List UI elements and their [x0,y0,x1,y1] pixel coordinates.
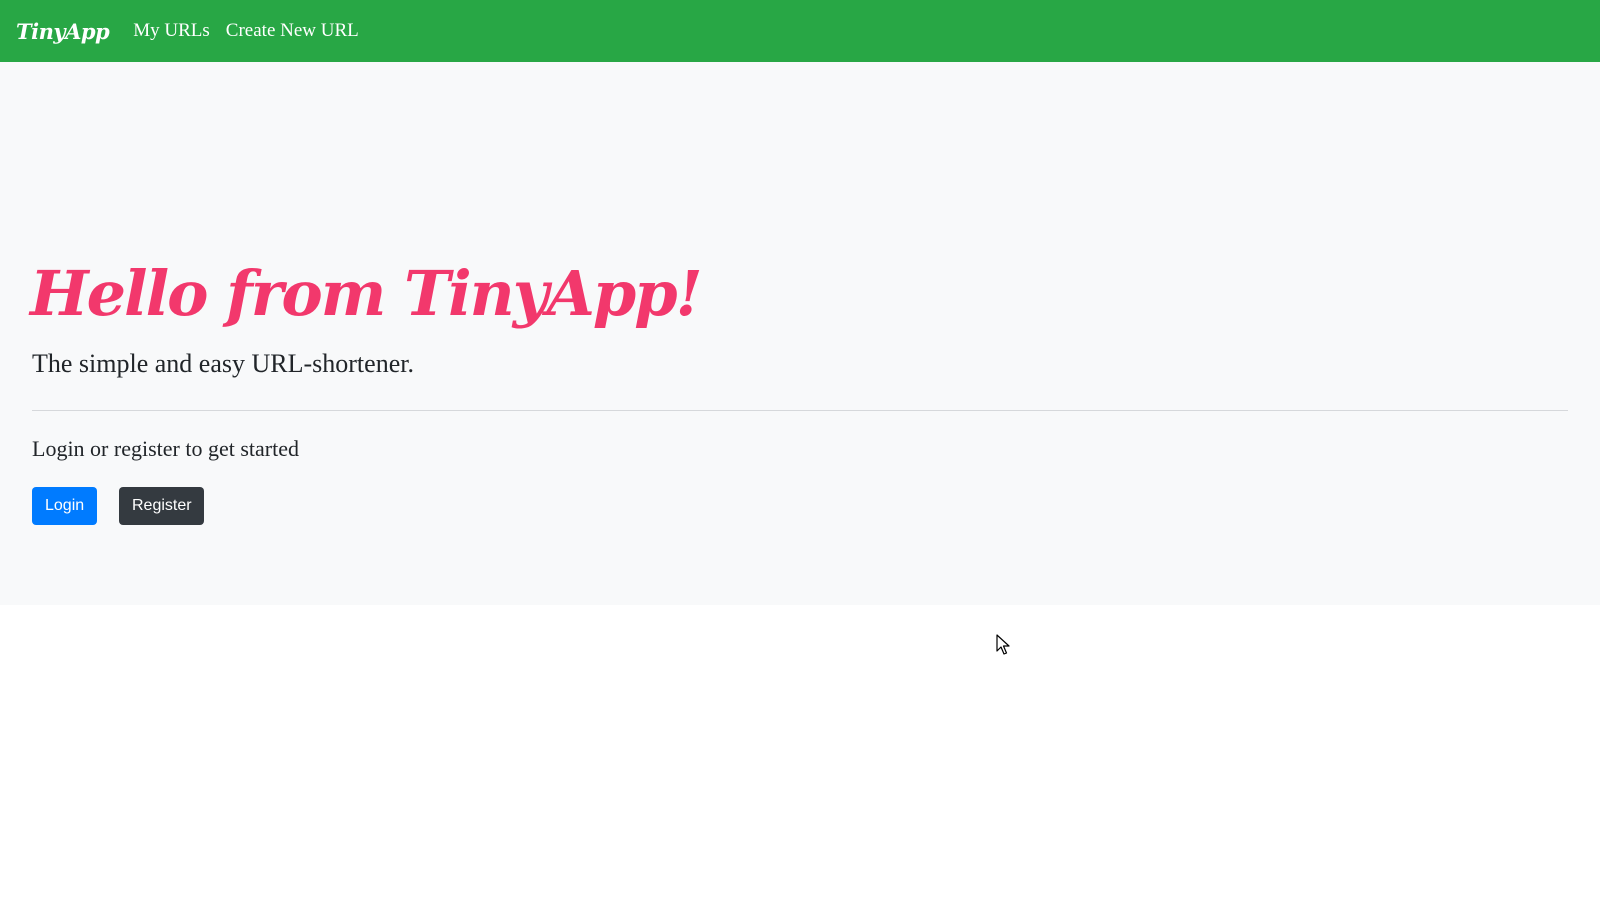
register-button[interactable]: Register [119,487,204,525]
call-to-action-text: Login or register to get started [32,436,299,461]
page-title: Hello from TinyApp! [30,257,703,330]
nav-link-my-urls[interactable]: My URLs [133,20,210,42]
brand-logo[interactable]: TinyApp [16,19,110,44]
jumbotron: Hello from TinyApp! The simple and easy … [0,62,1600,605]
arrow-pointer-icon [996,634,1010,655]
nav-link-create-new-url[interactable]: Create New URL [226,20,359,42]
page-subtitle: The simple and easy URL-shortener. [32,349,414,378]
divider [32,410,1568,411]
navbar: TinyApp My URLs Create New URL [0,0,1600,62]
login-button[interactable]: Login [32,487,97,525]
